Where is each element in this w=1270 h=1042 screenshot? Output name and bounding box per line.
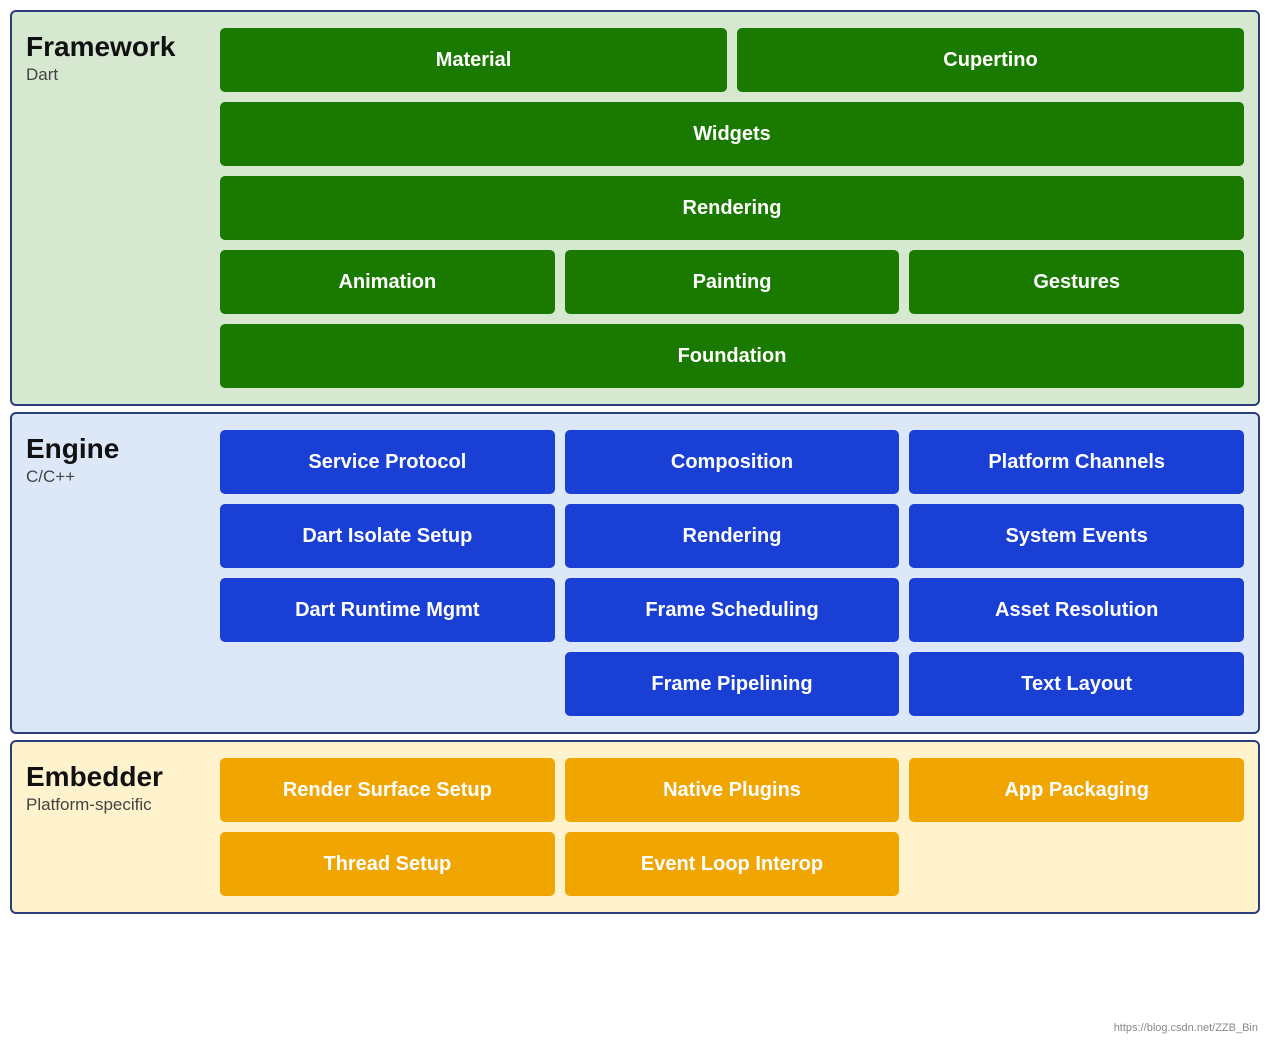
text-layout-cell: Text Layout [909, 652, 1244, 716]
frame-scheduling-cell: Frame Scheduling [565, 578, 900, 642]
engine-row-2: Dart Isolate Setup Rendering System Even… [220, 504, 1244, 568]
embedder-subtitle: Platform-specific [26, 795, 206, 815]
service-protocol-cell: Service Protocol [220, 430, 555, 494]
engine-row-4: Frame Pipelining Text Layout [220, 652, 1244, 716]
framework-row-4: Animation Painting Gestures [220, 250, 1244, 314]
engine-row-1: Service Protocol Composition Platform Ch… [220, 430, 1244, 494]
framework-row-2: Widgets [220, 102, 1244, 166]
animation-cell: Animation [220, 250, 555, 314]
foundation-cell: Foundation [220, 324, 1244, 388]
embedder-label: Embedder Platform-specific [26, 758, 206, 896]
painting-cell: Painting [565, 250, 900, 314]
embedder-empty-cell [909, 832, 1244, 896]
event-loop-cell: Event Loop Interop [565, 832, 900, 896]
rendering-eng-cell: Rendering [565, 504, 900, 568]
thread-setup-cell: Thread Setup [220, 832, 555, 896]
engine-label: Engine C/C++ [26, 430, 206, 716]
embedder-section: Embedder Platform-specific Render Surfac… [10, 740, 1260, 914]
dart-runtime-cell: Dart Runtime Mgmt [220, 578, 555, 642]
framework-label: Framework Dart [26, 28, 206, 388]
widgets-cell: Widgets [220, 102, 1244, 166]
material-cell: Material [220, 28, 727, 92]
app-packaging-cell: App Packaging [909, 758, 1244, 822]
render-surface-cell: Render Surface Setup [220, 758, 555, 822]
engine-row-3: Dart Runtime Mgmt Frame Scheduling Asset… [220, 578, 1244, 642]
embedder-row-2: Thread Setup Event Loop Interop [220, 832, 1244, 896]
engine-content: Service Protocol Composition Platform Ch… [220, 430, 1244, 716]
asset-resolution-cell: Asset Resolution [909, 578, 1244, 642]
framework-row-1: Material Cupertino [220, 28, 1244, 92]
rendering-fw-cell: Rendering [220, 176, 1244, 240]
engine-empty-cell [220, 652, 555, 716]
engine-title: Engine [26, 434, 206, 465]
engine-section: Engine C/C++ Service Protocol Compositio… [10, 412, 1260, 734]
frame-pipelining-cell: Frame Pipelining [565, 652, 900, 716]
platform-channels-cell: Platform Channels [909, 430, 1244, 494]
composition-cell: Composition [565, 430, 900, 494]
framework-subtitle: Dart [26, 65, 206, 85]
embedder-row-1: Render Surface Setup Native Plugins App … [220, 758, 1244, 822]
framework-section: Framework Dart Material Cupertino Widget… [10, 10, 1260, 406]
embedder-content: Render Surface Setup Native Plugins App … [220, 758, 1244, 896]
cupertino-cell: Cupertino [737, 28, 1244, 92]
native-plugins-cell: Native Plugins [565, 758, 900, 822]
gestures-cell: Gestures [909, 250, 1244, 314]
framework-title: Framework [26, 32, 206, 63]
watermark: https://blog.csdn.net/ZZB_Bin [1114, 1022, 1258, 1034]
framework-row-3: Rendering [220, 176, 1244, 240]
embedder-title: Embedder [26, 762, 206, 793]
framework-content: Material Cupertino Widgets Rendering Ani… [220, 28, 1244, 388]
engine-subtitle: C/C++ [26, 467, 206, 487]
dart-isolate-cell: Dart Isolate Setup [220, 504, 555, 568]
system-events-cell: System Events [909, 504, 1244, 568]
framework-row-5: Foundation [220, 324, 1244, 388]
